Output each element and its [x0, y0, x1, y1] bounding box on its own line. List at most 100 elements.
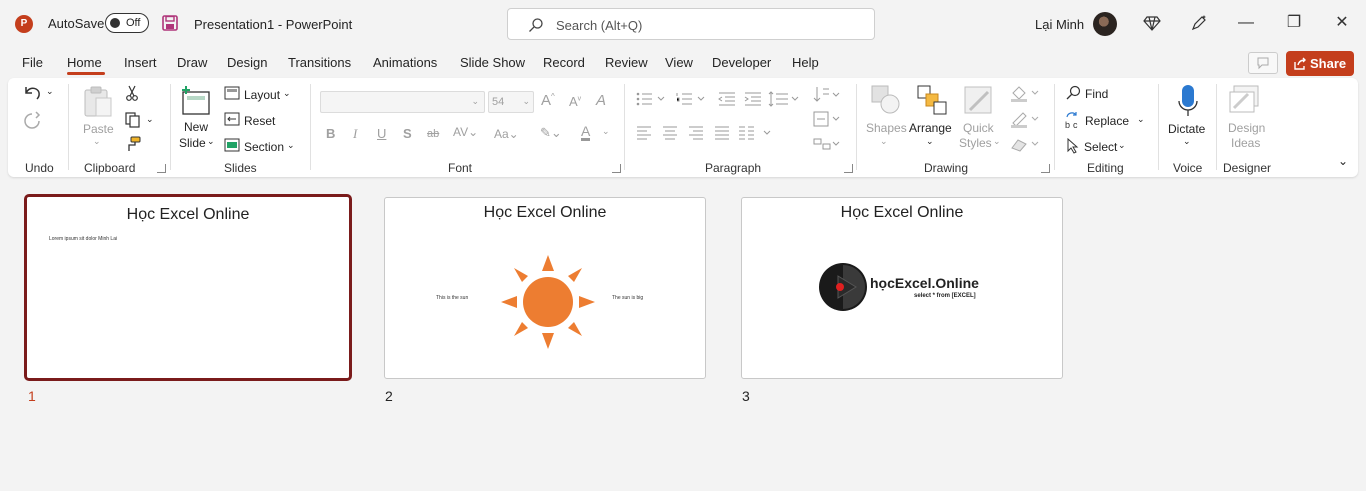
- smartart-icon[interactable]: [813, 136, 843, 152]
- shape-fill-icon[interactable]: [1010, 86, 1042, 102]
- decrease-indent-icon[interactable]: [718, 92, 736, 106]
- quick-styles-dropdown-icon[interactable]: ⌄: [993, 136, 1001, 147]
- reset-label[interactable]: Reset: [244, 114, 275, 128]
- tab-slide-show[interactable]: Slide Show: [460, 55, 525, 70]
- shapes-dropdown-icon[interactable]: ⌄: [880, 136, 888, 147]
- underline-icon[interactable]: U: [377, 126, 386, 141]
- copy-dropdown-icon[interactable]: ⌄: [146, 114, 154, 125]
- select-dropdown-icon[interactable]: ⌄: [1118, 140, 1126, 151]
- clear-formatting-icon[interactable]: A: [596, 92, 606, 109]
- minimize-button[interactable]: —: [1234, 11, 1258, 35]
- decrease-font-size-icon[interactable]: Av: [569, 94, 581, 109]
- copy-icon[interactable]: [124, 111, 142, 129]
- pen-sparkle-icon[interactable]: [1190, 14, 1208, 32]
- select-label[interactable]: Select: [1084, 140, 1117, 154]
- shape-outline-icon[interactable]: [1010, 112, 1042, 128]
- save-icon[interactable]: [162, 15, 178, 31]
- cut-icon[interactable]: [125, 85, 139, 101]
- bold-icon[interactable]: B: [326, 126, 335, 141]
- change-case-icon[interactable]: Aa⌄: [494, 127, 519, 141]
- find-icon[interactable]: [1065, 85, 1083, 101]
- font-launcher-icon[interactable]: [612, 164, 621, 173]
- close-button[interactable]: ✕: [1330, 11, 1354, 35]
- design-ideas-icon[interactable]: [1228, 84, 1262, 116]
- columns-icon[interactable]: [738, 126, 774, 140]
- undo-dropdown-icon[interactable]: ⌄: [46, 86, 54, 97]
- tab-insert[interactable]: Insert: [124, 55, 157, 70]
- font-size-combo[interactable]: 54 ⌄: [488, 91, 534, 113]
- text-shadow-icon[interactable]: S: [403, 126, 412, 141]
- shape-effects-icon[interactable]: [1010, 138, 1042, 152]
- tab-developer[interactable]: Developer: [712, 55, 771, 70]
- align-center-icon[interactable]: [662, 126, 678, 140]
- layout-label[interactable]: Layout: [244, 88, 280, 102]
- tab-draw[interactable]: Draw: [177, 55, 207, 70]
- undo-icon[interactable]: [22, 84, 44, 102]
- arrange-label[interactable]: Arrange: [909, 121, 952, 135]
- section-icon[interactable]: [224, 138, 240, 152]
- tab-home[interactable]: Home: [67, 55, 102, 70]
- slide-thumbnail-3[interactable]: Học Excel Online họcExcel.Online select …: [741, 197, 1063, 379]
- new-slide-dropdown-icon[interactable]: ⌄: [207, 136, 215, 147]
- slide-thumbnail-2[interactable]: Học Excel Online This is the sun The sun…: [384, 197, 706, 379]
- select-cursor-icon[interactable]: [1065, 138, 1081, 154]
- tab-review[interactable]: Review: [605, 55, 648, 70]
- paste-dropdown-icon[interactable]: ⌄: [93, 136, 101, 147]
- autosave-toggle[interactable]: Off: [105, 13, 149, 33]
- design-ideas-label-2[interactable]: Ideas: [1231, 136, 1260, 150]
- font-size-dropdown-icon[interactable]: ⌄: [522, 96, 530, 107]
- new-slide-label-1[interactable]: New: [184, 120, 208, 134]
- font-color-dropdown-icon[interactable]: ⌄: [602, 126, 610, 137]
- font-color-icon[interactable]: A: [581, 124, 591, 141]
- font-name-combo[interactable]: ⌄: [320, 91, 485, 113]
- shapes-label[interactable]: Shapes: [866, 121, 907, 135]
- character-spacing-icon[interactable]: AV⌄: [453, 125, 478, 139]
- section-label[interactable]: Section: [244, 140, 284, 154]
- layout-icon[interactable]: [224, 86, 240, 100]
- strikethrough-icon[interactable]: ab: [427, 128, 439, 140]
- tab-view[interactable]: View: [665, 55, 693, 70]
- line-spacing-icon[interactable]: [768, 91, 800, 107]
- tab-design[interactable]: Design: [227, 55, 267, 70]
- dictate-dropdown-icon[interactable]: ⌄: [1183, 136, 1191, 147]
- tab-help[interactable]: Help: [792, 55, 819, 70]
- shapes-icon[interactable]: [870, 84, 902, 116]
- increase-indent-icon[interactable]: [744, 92, 762, 106]
- layout-dropdown-icon[interactable]: ⌄: [283, 88, 291, 99]
- numbering-icon[interactable]: [676, 92, 706, 106]
- restore-button[interactable]: ❐: [1282, 11, 1306, 35]
- align-text-icon[interactable]: [813, 111, 843, 127]
- text-direction-icon[interactable]: [813, 86, 843, 104]
- new-slide-icon[interactable]: [180, 84, 212, 116]
- section-dropdown-icon[interactable]: ⌄: [287, 140, 295, 151]
- clipboard-launcher-icon[interactable]: [157, 164, 166, 173]
- bullets-icon[interactable]: [636, 92, 666, 106]
- design-ideas-label-1[interactable]: Design: [1228, 121, 1265, 135]
- replace-dropdown-icon[interactable]: ⌄: [1137, 114, 1145, 125]
- font-name-dropdown-icon[interactable]: ⌄: [471, 96, 479, 107]
- arrange-icon[interactable]: [916, 84, 948, 116]
- new-slide-label-2[interactable]: Slide: [179, 136, 206, 150]
- increase-font-size-icon[interactable]: A^: [541, 92, 555, 109]
- quick-styles-label-2[interactable]: Styles: [959, 136, 992, 150]
- paragraph-launcher-icon[interactable]: [844, 164, 853, 173]
- justify-icon[interactable]: [714, 126, 730, 140]
- highlight-icon[interactable]: ✎⌄: [540, 125, 562, 141]
- arrange-dropdown-icon[interactable]: ⌄: [926, 136, 934, 147]
- tab-transitions[interactable]: Transitions: [288, 55, 351, 70]
- quick-styles-icon[interactable]: [962, 84, 996, 118]
- slide-thumbnail-1[interactable]: Học Excel Online Lorem ipsum sit dolor M…: [24, 194, 352, 381]
- quick-styles-label-1[interactable]: Quick: [963, 121, 994, 135]
- comments-button[interactable]: [1248, 52, 1278, 74]
- tab-record[interactable]: Record: [543, 55, 585, 70]
- paste-icon[interactable]: [82, 84, 114, 120]
- align-left-icon[interactable]: [636, 126, 652, 140]
- replace-icon[interactable]: bc: [1064, 111, 1082, 129]
- drawing-launcher-icon[interactable]: [1041, 164, 1050, 173]
- tab-animations[interactable]: Animations: [373, 55, 437, 70]
- tab-file[interactable]: File: [22, 55, 43, 70]
- align-right-icon[interactable]: [688, 126, 704, 140]
- user-name[interactable]: Lại Minh: [1035, 17, 1084, 32]
- share-button[interactable]: Share: [1286, 51, 1354, 76]
- find-label[interactable]: Find: [1085, 87, 1108, 101]
